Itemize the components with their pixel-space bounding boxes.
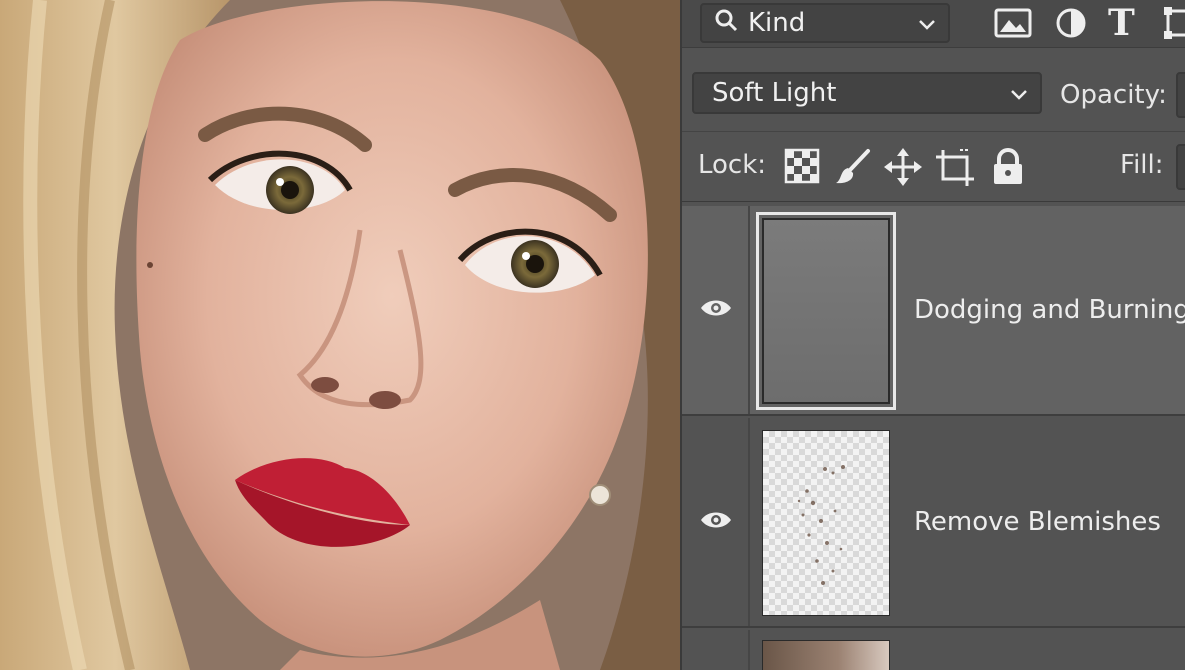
layer-name[interactable]: Dodging and Burning — [914, 295, 1185, 325]
shape-filter-icon[interactable] — [1164, 7, 1185, 39]
layer-row-dodging-and-burning[interactable]: Dodging and Burning — [682, 206, 1185, 416]
layer-row-remove-blemishes[interactable]: Remove Blemishes — [682, 418, 1185, 628]
lock-bar: Lock: Fill: — [682, 134, 1185, 202]
layer-filter-bar: Kind T — [682, 0, 1185, 48]
chevron-down-icon — [1010, 78, 1028, 108]
opacity-label: Opacity: — [1060, 80, 1167, 110]
lock-all-icon[interactable] — [990, 148, 1028, 186]
lock-artboard-icon[interactable] — [936, 148, 974, 186]
blend-mode-bar: Soft Light Opacity: — [682, 58, 1185, 132]
filter-kind-label: Kind — [748, 8, 806, 38]
layer-row-background[interactable] — [682, 630, 1185, 670]
layer-thumbnail[interactable] — [762, 640, 890, 670]
layers-panel: Kind T Soft Light Opacity: Lock: Fill: D… — [680, 0, 1185, 670]
visibility-toggle[interactable] — [682, 206, 750, 414]
portrait-photo — [0, 0, 680, 670]
lock-label: Lock: — [698, 150, 767, 180]
opacity-field[interactable] — [1176, 72, 1185, 118]
lock-transparent-icon[interactable] — [784, 148, 822, 186]
blend-mode-value: Soft Light — [712, 78, 837, 108]
lock-move-icon[interactable] — [884, 148, 922, 186]
fill-label: Fill: — [1120, 150, 1164, 180]
layer-thumbnail[interactable] — [756, 212, 896, 410]
chevron-down-icon — [918, 8, 936, 38]
blemish-spots — [797, 465, 845, 585]
lock-paint-icon[interactable] — [834, 148, 872, 186]
type-filter-icon[interactable]: T — [1108, 5, 1146, 41]
eye-icon — [700, 298, 732, 322]
image-canvas[interactable] — [0, 0, 680, 670]
visibility-toggle[interactable] — [682, 630, 750, 670]
layer-thumbnail[interactable] — [762, 430, 890, 616]
eye-icon — [700, 510, 732, 534]
layer-name[interactable]: Remove Blemishes — [914, 507, 1161, 537]
image-filter-icon[interactable] — [994, 7, 1032, 39]
search-icon — [714, 8, 738, 39]
blend-mode-dropdown[interactable]: Soft Light — [692, 72, 1042, 114]
fill-field[interactable] — [1176, 144, 1185, 190]
visibility-toggle[interactable] — [682, 418, 750, 626]
adjustment-filter-icon[interactable] — [1052, 7, 1090, 39]
filter-kind-dropdown[interactable]: Kind — [700, 3, 950, 43]
